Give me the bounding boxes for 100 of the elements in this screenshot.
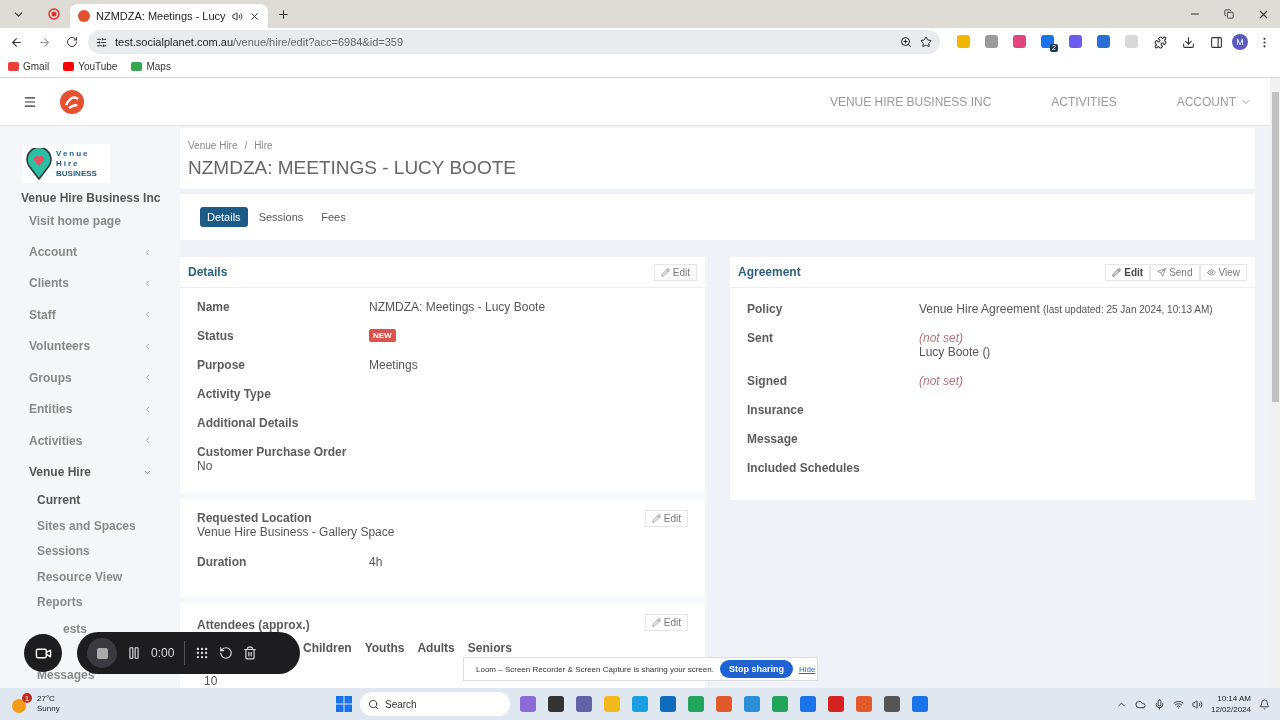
- page-title: NZMDZA: MEETINGS - LUCY BOOTE: [188, 157, 517, 179]
- field-label: Status: [197, 329, 235, 345]
- field-label: Attendees (approx.): [197, 618, 310, 632]
- breadcrumb-link[interactable]: Venue Hire: [188, 140, 238, 151]
- breadcrumb-link[interactable]: Hire: [254, 140, 273, 151]
- field-label: Duration: [197, 555, 248, 571]
- sidebar-subitem[interactable]: Messages: [37, 667, 95, 683]
- chevron-left-icon: [143, 373, 152, 383]
- sidebar-subitem[interactable]: Current: [37, 493, 81, 508]
- unset-value: (not set): [919, 331, 964, 345]
- field-value: No: [197, 459, 214, 473]
- send-button[interactable]: Send: [1150, 263, 1200, 281]
- menu-icon[interactable]: [23, 94, 37, 109]
- address-field[interactable]: test.socialplanet.com.au/venue/hire/edit?acc=6984&id=359: [88, 30, 940, 54]
- scrollbar[interactable]: [1270, 78, 1280, 688]
- start-icon[interactable]: [336, 696, 352, 712]
- logo-icon[interactable]: [60, 89, 84, 114]
- sidebar-item[interactable]: Venue Hire: [0, 456, 180, 488]
- profile-avatar[interactable]: M: [1232, 34, 1248, 50]
- stop-button[interactable]: [87, 638, 117, 668]
- status-badge: NEW: [369, 329, 396, 342]
- new-tab-icon[interactable]: [277, 7, 291, 21]
- venue-logo: Venue Hire BUSINESS: [22, 144, 110, 184]
- chevron-left-icon: [143, 404, 152, 414]
- field-label: Message: [747, 432, 799, 448]
- chevron-left-icon: [143, 247, 152, 257]
- bookmark-link[interactable]: YouTube: [63, 61, 118, 72]
- sidebar-item[interactable]: Clients: [0, 267, 180, 300]
- column-header: Seniors: [467, 641, 512, 655]
- sidebar-item[interactable]: Staff: [0, 299, 180, 331]
- browser-tab[interactable]: NZMDZA: Meetings - Lucy: [70, 4, 268, 28]
- field-value: NZMDZA: Meetings - Lucy Boote: [369, 300, 546, 316]
- sidebar-subitem[interactable]: ests: [63, 621, 88, 637]
- card-title: Agreement: [738, 265, 801, 279]
- view-button[interactable]: View: [1199, 263, 1247, 281]
- logo-icon: [78, 10, 90, 22]
- card-title: Details: [188, 265, 228, 279]
- close-icon[interactable]: [248, 10, 260, 22]
- send-icon: [1157, 267, 1167, 277]
- field-label: Customer Purchase Order: [197, 445, 348, 459]
- sidebar-subitem[interactable]: Reports: [37, 595, 83, 610]
- speaker-icon[interactable]: [231, 10, 243, 22]
- trash-icon[interactable]: [243, 646, 258, 660]
- extensions-icon[interactable]: [1153, 35, 1167, 49]
- field-label: Additional Details: [197, 416, 300, 432]
- organisation-name: Venue Hire Business Inc: [21, 191, 161, 206]
- page-tab[interactable]: Fees: [314, 207, 353, 227]
- sidebar-item[interactable]: Entities: [0, 393, 180, 426]
- microphone-icon[interactable]: [1153, 698, 1165, 710]
- field-value: Venue Hire Business - Gallery Space: [197, 525, 396, 539]
- speaker-icon[interactable]: [1191, 698, 1203, 710]
- record-icon[interactable]: [48, 8, 60, 20]
- home-link[interactable]: Visit home page: [29, 214, 121, 229]
- unset-value: (not set): [919, 374, 963, 388]
- column-header: Children: [303, 641, 352, 655]
- zoom-icon[interactable]: [900, 36, 912, 48]
- grid-icon[interactable]: [195, 646, 210, 660]
- clock[interactable]: 10:14 AM 12/02/2024: [1210, 693, 1251, 715]
- field-value: Lucy Boote (): [919, 345, 991, 359]
- reload-icon[interactable]: [66, 36, 78, 48]
- nav-link[interactable]: ACTIVITIES: [1051, 94, 1117, 109]
- back-icon[interactable]: [9, 35, 23, 49]
- pencil-icon: [651, 514, 661, 523]
- undo-icon[interactable]: [219, 646, 234, 660]
- bookmark-link[interactable]: Gmail: [8, 61, 50, 72]
- nav-link[interactable]: ACCOUNT: [1176, 94, 1252, 109]
- field-label: Sent: [747, 331, 774, 347]
- star-icon[interactable]: [920, 36, 932, 48]
- wifi-icon[interactable]: [1172, 698, 1184, 710]
- page-tab[interactable]: Sessions: [251, 207, 311, 227]
- pencil-icon: [660, 267, 670, 277]
- sidebar-item[interactable]: Groups: [0, 362, 180, 394]
- forward-icon[interactable]: [37, 35, 51, 49]
- sidebar-item[interactable]: Account: [0, 236, 180, 268]
- sidebar-item[interactable]: Activities: [0, 425, 180, 457]
- hide-link[interactable]: Hide: [798, 664, 816, 674]
- sidebar-subitem[interactable]: Sessions: [37, 544, 90, 559]
- side-panel-icon[interactable]: [1209, 35, 1223, 49]
- edit-button[interactable]: Edit: [644, 614, 688, 631]
- sidebar-subitem[interactable]: Sites and Spaces: [37, 518, 136, 534]
- taskbar-search[interactable]: Search: [360, 692, 510, 716]
- restore-icon[interactable]: [1224, 9, 1234, 19]
- pause-icon[interactable]: [127, 646, 141, 660]
- sidebar-item[interactable]: Volunteers: [0, 330, 180, 363]
- edit-button[interactable]: Edit: [644, 510, 688, 527]
- cloud-icon[interactable]: [1134, 698, 1146, 710]
- page-tab[interactable]: Details: [200, 207, 248, 227]
- download-icon[interactable]: [1181, 35, 1195, 49]
- app-icon[interactable]: [548, 696, 564, 712]
- edit-button[interactable]: Edit: [653, 263, 697, 281]
- sidebar-subitem[interactable]: Resource View: [37, 569, 123, 585]
- nav-link[interactable]: VENUE HIRE BUSINESS INC: [829, 94, 992, 109]
- chevron-left-icon: [143, 341, 152, 351]
- bookmark-link[interactable]: Maps: [131, 61, 171, 72]
- site-settings-icon[interactable]: [96, 36, 107, 48]
- stop-sharing-button[interactable]: Stop sharing: [719, 660, 793, 678]
- bell-icon[interactable]: [1259, 698, 1270, 710]
- bookmark-icon: [131, 62, 143, 71]
- edit-button[interactable]: Edit: [1105, 263, 1151, 281]
- weather-text: Sunny: [37, 704, 60, 714]
